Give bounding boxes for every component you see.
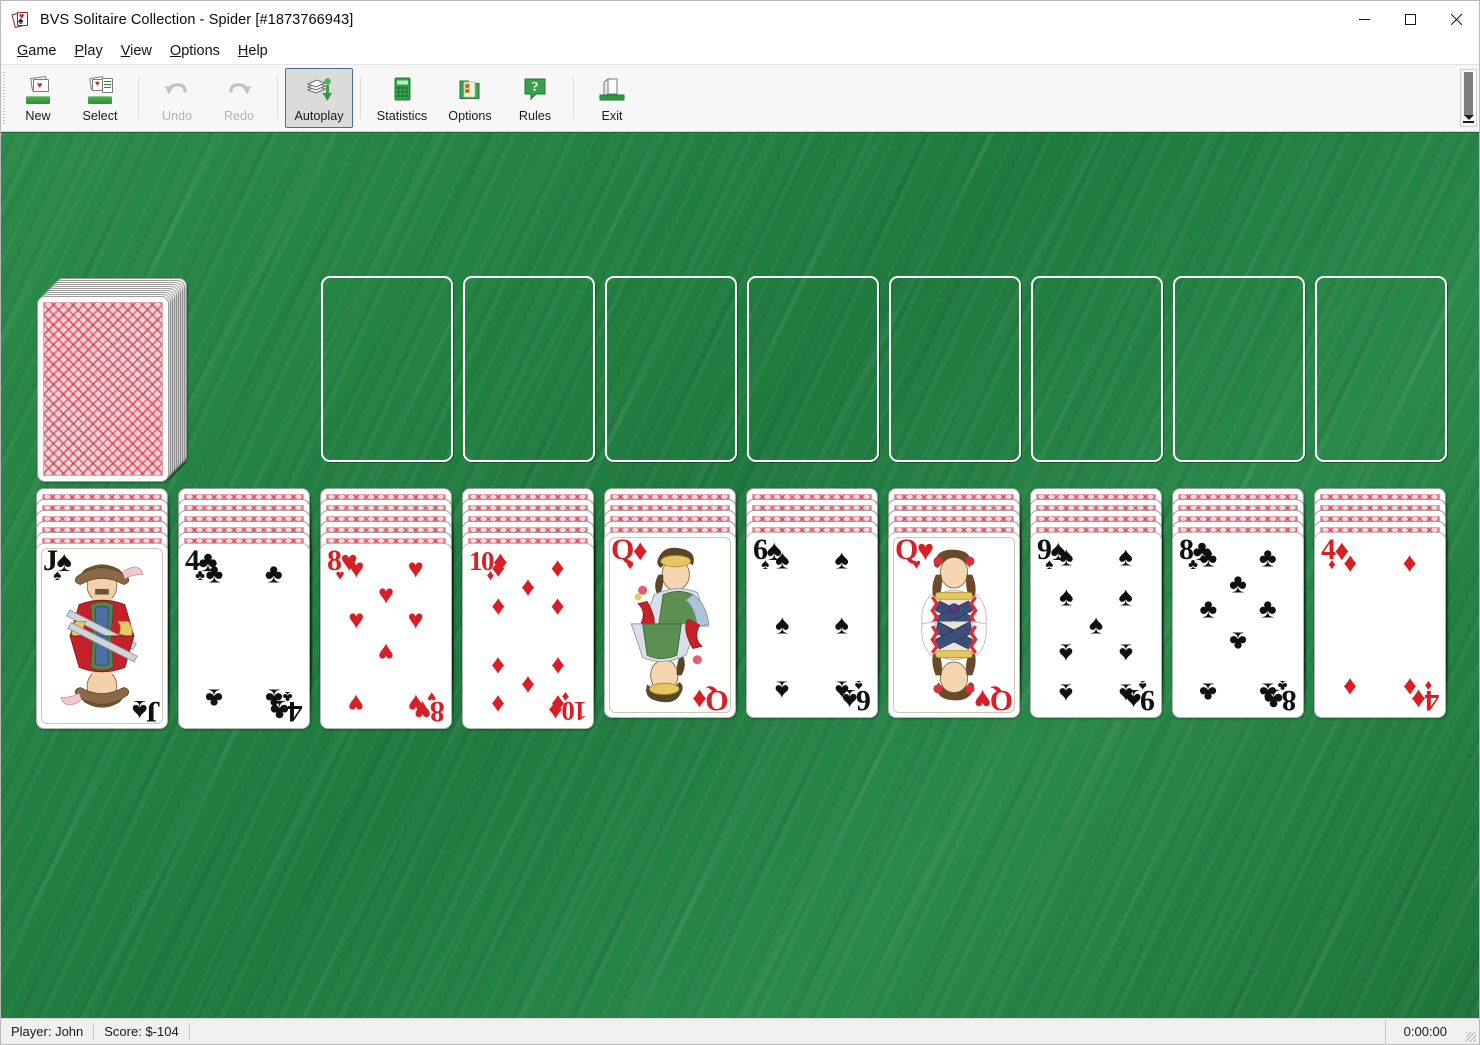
foundation-slot-5[interactable] [889, 276, 1021, 462]
game-table: J ♠ ♠ J ♠ 4 ♣ ♣ 4 ♣ ♣ ♣ ♣ ♣ ♣ 8 ♥ ♥ 8 ♥ … [1, 132, 1479, 1018]
svg-text:?: ? [532, 80, 539, 95]
menu-item-help[interactable]: Help [229, 41, 277, 62]
tableau-top-card-3[interactable]: 8 ♥ ♥ 8 ♥ ♥ ♥ ♥ ♥ ♥ ♥ ♥ ♥ ♥ [320, 543, 452, 729]
menu-label-options: ptions [181, 42, 220, 59]
menu-label-view: iew [130, 42, 152, 59]
stock-pile[interactable] [37, 278, 189, 482]
foundation-slot-2[interactable] [463, 276, 595, 462]
toolbar-button-exit[interactable]: Exit [581, 68, 643, 128]
toolbar-separator-2 [277, 77, 278, 119]
exit-door-icon [597, 76, 627, 104]
pip-layout-8-hearts: ♥ ♥ ♥ ♥ ♥ ♥ ♥ ♥ [348, 553, 424, 719]
toolbar-label-redo: Redo [223, 109, 255, 123]
toolbar-button-rules[interactable]: ? Rules [504, 68, 566, 128]
options-icon [455, 76, 485, 104]
status-divider-2 [188, 1023, 190, 1040]
toolbar-label-statistics: Statistics [376, 109, 428, 123]
window-controls [1341, 1, 1479, 38]
menu-label-game: ame [28, 42, 57, 59]
pip-layout-6-spades: ♠ ♠ ♠ ♠ ♠ ♠ [775, 544, 849, 706]
new-game-icon: ♥ [23, 75, 53, 104]
application-window: ♥ ♠ BVS Solitaire Collection - Spider [#… [0, 0, 1480, 1045]
cards-app-icon: ♥ ♠ [11, 11, 30, 29]
rules-help-icon: ? [520, 76, 550, 104]
court-art-jack-spades [45, 552, 159, 720]
toolbar-button-options[interactable]: Options [436, 68, 504, 128]
pip-layout-10-diamonds: ♦ ♦ ♦ ♦ ♦ ♦ ♦ ♦ ♦ ♦ [491, 552, 565, 720]
court-art-queen-diamonds [613, 541, 727, 709]
toolbar: ♥ New ♥ Select Undo Redo Autoplay Statis… [1, 64, 1479, 132]
tableau-top-card-2[interactable]: 4 ♣ ♣ 4 ♣ ♣ ♣ ♣ ♣ ♣ [178, 543, 310, 729]
toolbar-button-select[interactable]: ♥ Select [69, 68, 131, 128]
statistics-icon [387, 76, 417, 104]
status-score: Score: $-104 [104, 1024, 179, 1039]
undo-arrow-icon [162, 76, 192, 104]
tableau-top-card-7[interactable]: Q ♥ ♥ Q ♥ [888, 532, 1020, 718]
toolbar-button-undo[interactable]: Undo [146, 68, 208, 128]
menu-label-play: lay [84, 42, 103, 59]
toolbar-button-statistics[interactable]: Statistics [368, 68, 436, 128]
court-art-queen-hearts [897, 541, 1011, 709]
redo-arrow-icon [224, 76, 254, 104]
maximize-icon[interactable] [1387, 1, 1433, 38]
pip-layout-9-spades: ♠ ♠ ♠ ♠ ♠ ♠ ♠ ♠ ♠ [1059, 541, 1133, 709]
toolbar-separator-1 [138, 77, 139, 119]
resize-grip-icon[interactable] [1463, 1019, 1479, 1045]
tableau-top-card-8[interactable]: 9 ♠ ♠ 9 ♠ ♠ ♠ ♠ ♠ ♠ ♠ ♠ ♠ ♠ ♠ [1030, 532, 1162, 718]
status-bar: Player: John Score: $-104 0:00:00 [1, 1018, 1479, 1045]
pip-layout-8-clubs: ♣ ♣ ♣ ♣ ♣ ♣ ♣ ♣ [1199, 542, 1277, 708]
tableau-top-card-6[interactable]: 6 ♠ ♠ 6 ♠ ♠ ♠ ♠ ♠ ♠ ♠ ♠ [746, 532, 878, 718]
toolbar-label-select: Select [82, 109, 118, 123]
foundation-slot-8[interactable] [1315, 276, 1447, 462]
status-player: Player: John [11, 1024, 84, 1039]
foundation-slot-3[interactable] [605, 276, 737, 462]
toolbar-button-autoplay[interactable]: Autoplay [285, 68, 353, 128]
close-icon[interactable] [1433, 1, 1479, 38]
tableau-top-card-5[interactable]: Q ♦ ♦ Q ♦ [604, 532, 736, 718]
foundation-slot-6[interactable] [1031, 276, 1163, 462]
toolbar-separator-4 [573, 77, 574, 119]
tableau-top-card-10[interactable]: 4 ♦ ♦ 4 ♦ ♦ ♦ ♦ ♦ ♦ [1314, 532, 1446, 718]
menu-item-play[interactable]: Play [66, 41, 112, 62]
toolbar-label-rules: Rules [518, 109, 552, 123]
status-timer: 0:00:00 [1384, 1018, 1463, 1045]
menu-bar: Game Play View Options Help [1, 38, 1479, 64]
menu-item-view[interactable]: View [112, 41, 161, 62]
toolbar-label-options: Options [448, 109, 492, 123]
toolbar-label-exit: Exit [601, 109, 623, 123]
tableau-top-card-1[interactable]: J ♠ ♠ J ♠ [36, 543, 168, 729]
toolbar-overflow-icon[interactable] [1460, 69, 1477, 127]
foundation-slot-4[interactable] [747, 276, 879, 462]
menu-item-options[interactable]: Options [161, 41, 229, 62]
minimize-icon[interactable] [1341, 1, 1387, 38]
foundation-slot-1[interactable] [321, 276, 453, 462]
toolbar-separator-3 [360, 77, 361, 119]
menu-label-help: elp [248, 42, 268, 59]
toolbar-label-undo: Undo [161, 109, 193, 123]
pip-layout-4-diamonds: ♦ ♦ ♦ ♦ [1343, 547, 1417, 703]
toolbar-label-new: New [25, 109, 51, 123]
title-bar: ♥ ♠ BVS Solitaire Collection - Spider [#… [1, 1, 1479, 38]
window-title: BVS Solitaire Collection - Spider [#1873… [40, 11, 354, 28]
toolbar-button-redo[interactable]: Redo [208, 68, 270, 128]
pip-layout-4-clubs: ♣ ♣ ♣ ♣ [205, 558, 283, 714]
select-game-icon: ♥ [85, 76, 115, 104]
tableau-top-card-4[interactable]: 10 ♦ ♦ 10 ♦ ♦ ♦ ♦ ♦ ♦ ♦ ♦ ♦ ♦ ♦ ♦ [462, 543, 594, 729]
autoplay-icon [304, 76, 334, 104]
menu-item-game[interactable]: Game [8, 41, 66, 62]
foundation-slot-7[interactable] [1173, 276, 1305, 462]
tableau-top-card-9[interactable]: 8 ♣ ♣ 8 ♣ ♣ ♣ ♣ ♣ ♣ ♣ ♣ ♣ ♣ [1172, 532, 1304, 718]
toolbar-button-new[interactable]: ♥ New [7, 68, 69, 128]
toolbar-label-autoplay: Autoplay [294, 109, 344, 123]
